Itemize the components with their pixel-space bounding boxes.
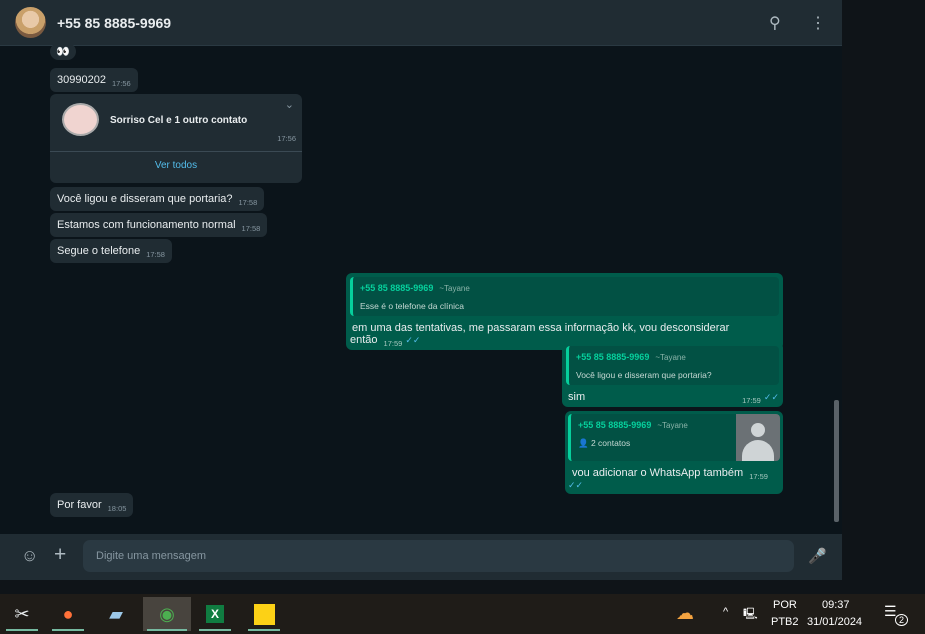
- menu-icon[interactable]: ⋮: [810, 13, 826, 33]
- quote-alias: ~Tayane: [655, 353, 686, 362]
- sticky-notes-icon[interactable]: [244, 597, 284, 631]
- quoted-message[interactable]: +55 85 8885-9969 ~Tayane Você ligou e diss…: [566, 346, 779, 385]
- double-check-icon: ✓✓: [763, 392, 779, 402]
- contacts-count: 2 contatos: [590, 438, 631, 448]
- contact-avatar[interactable]: [15, 7, 46, 38]
- clock-date[interactable]: 31/01/2024: [807, 616, 862, 628]
- message-out: +55 85 8885-9969 ~Tayane Você ligou e diss…: [562, 342, 783, 407]
- network-icon[interactable]: 🖳: [743, 605, 758, 624]
- message-time: 17:58: [241, 224, 261, 233]
- quoted-message[interactable]: +55 85 8885-9969 ~Tayane Esse é o telefone…: [350, 277, 779, 316]
- quote-alias: ~Tayane: [657, 421, 688, 430]
- message-in: Segue o telefone 17:58: [50, 239, 172, 263]
- scrollbar[interactable]: [834, 400, 839, 522]
- message-in: Por favor 18:05: [50, 493, 134, 517]
- quote-author: +55 85 8885-9969: [360, 283, 434, 293]
- message-time: 18:05: [107, 504, 127, 513]
- whatsapp-window: +55 85 8885-9969 ⚲ ⋮ 👀 30990202 17:56 Sor…: [0, 0, 842, 580]
- clock-time[interactable]: 09:37: [822, 599, 850, 611]
- excel-icon[interactable]: X: [195, 597, 235, 631]
- double-check-icon: ✓✓: [568, 480, 584, 490]
- message-input[interactable]: Digite uma mensagem: [83, 540, 794, 572]
- chat-header: +55 85 8885-9969 ⚲ ⋮: [0, 0, 842, 46]
- weather-icon[interactable]: ☁: [676, 603, 694, 624]
- search-icon[interactable]: ⚲: [769, 13, 781, 33]
- message-time: 17:59: [749, 472, 768, 481]
- message-text: Por favor: [57, 499, 102, 511]
- message-text: Estamos com funcionamento normal: [57, 219, 236, 231]
- message-time: 17:56: [111, 79, 131, 88]
- contact-card[interactable]: Sorriso Cel e 1 outro contato ⌄ 17:56 Ve…: [50, 94, 302, 183]
- notification-count: 2: [895, 614, 909, 626]
- default-avatar-icon: [736, 414, 780, 461]
- microphone-icon[interactable]: 🎤: [808, 547, 827, 565]
- chevron-up-icon[interactable]: ^: [723, 606, 728, 618]
- contact-card-avatar: [62, 103, 99, 136]
- quote-text: Esse é o telefone da clínica: [360, 301, 464, 311]
- quote-author: +55 85 8885-9969: [578, 420, 652, 430]
- message-time: 17:58: [238, 198, 258, 207]
- message-text: 30990202: [57, 74, 106, 86]
- quote-text: 👤 2 contatos: [578, 438, 730, 449]
- message-text: vou adicionar o WhatsApp também: [572, 467, 744, 479]
- quote-text: Você ligou e disseram que portaria?: [576, 370, 712, 380]
- snipping-tool-icon[interactable]: ✂: [2, 597, 42, 631]
- windows-taskbar: ✂ ● ▰ ◉ X ☁ ^ 🖳 POR PTB2 09:37 31/01/202…: [0, 594, 925, 634]
- person-icon: 👤: [578, 438, 589, 448]
- contact-name[interactable]: +55 85 8885-9969: [57, 15, 171, 31]
- message-text: 👀: [56, 46, 70, 58]
- language-code[interactable]: POR: [773, 599, 797, 611]
- composer: ☺ + Digite uma mensagem 🎤: [0, 534, 842, 580]
- notepad-icon[interactable]: ▰: [96, 597, 136, 631]
- double-check-icon: ✓✓: [405, 335, 421, 345]
- firefox-icon[interactable]: ●: [48, 597, 88, 631]
- view-all-button[interactable]: Ver todos: [50, 160, 302, 171]
- message-text: Segue o telefone: [57, 245, 141, 257]
- quote-alias: ~Tayane: [439, 284, 470, 293]
- message-text: Você ligou e disseram que portaria?: [57, 193, 233, 205]
- message-out: +55 85 8885-9969 ~Tayane Esse é o telefone…: [346, 273, 783, 350]
- keyboard-layout[interactable]: PTB2: [771, 616, 799, 628]
- message-text: sim: [568, 391, 586, 403]
- message-list: 👀 30990202 17:56 Sorriso Cel e 1 outro co…: [0, 43, 842, 534]
- attach-plus-icon[interactable]: +: [54, 543, 66, 567]
- chrome-icon[interactable]: ◉: [143, 597, 191, 631]
- message-time: 17:56: [277, 134, 296, 143]
- message-in: Estamos com funcionamento normal 17:58: [50, 213, 268, 237]
- message-in: Você ligou e disseram que portaria? 17:58: [50, 187, 265, 211]
- message-time: 17:58: [146, 250, 165, 259]
- emoji-icon[interactable]: ☺: [21, 546, 38, 566]
- chevron-down-icon[interactable]: ⌄: [285, 98, 294, 111]
- quote-author: +55 85 8885-9969: [576, 352, 650, 362]
- message-in: 30990202 17:56: [50, 68, 138, 92]
- message-time: 17:59: [383, 339, 403, 348]
- quoted-contacts[interactable]: +55 85 8885-9969 ~Tayane 👤 2 contatos: [568, 414, 780, 461]
- contact-card-name: Sorriso Cel e 1 outro contato: [110, 115, 248, 126]
- message-time: 17:59: [742, 396, 761, 405]
- message-out: +55 85 8885-9969 ~Tayane 👤 2 contatos vou …: [565, 411, 783, 494]
- message-in: 👀: [50, 43, 76, 60]
